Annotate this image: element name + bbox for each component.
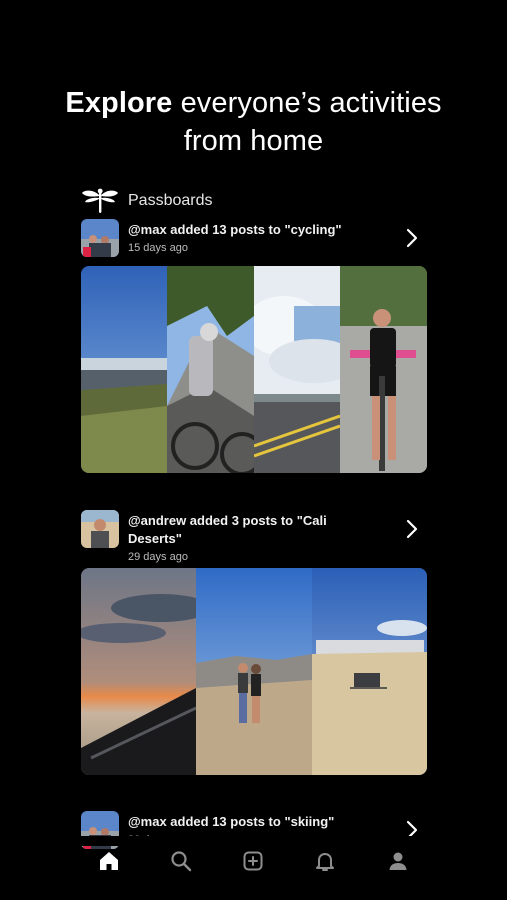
post-timestamp: 15 days ago bbox=[128, 242, 188, 254]
chevron-right-icon[interactable] bbox=[403, 518, 421, 540]
photo-tile[interactable] bbox=[312, 568, 427, 775]
hero-line1: everyone’s activities bbox=[172, 87, 442, 119]
post-title: @max added 13 posts to "skiing" bbox=[128, 814, 335, 829]
hero-line2: from home bbox=[183, 125, 324, 157]
hero-heading: Explore everyone’s activities from home bbox=[0, 84, 507, 160]
dragonfly-icon bbox=[82, 188, 118, 213]
avatar[interactable] bbox=[81, 219, 119, 257]
avatar[interactable] bbox=[81, 510, 119, 548]
post-title: @andrew added 3 posts to "Cali Deserts" bbox=[128, 513, 327, 546]
photo-tile[interactable] bbox=[254, 266, 340, 473]
feed-post-cycling[interactable]: @max added 13 posts to "cycling" 15 days… bbox=[81, 219, 427, 473]
photo-gallery[interactable] bbox=[81, 266, 427, 473]
post-header[interactable]: @max added 13 posts to "cycling" 15 days… bbox=[81, 219, 427, 263]
search-icon bbox=[171, 851, 192, 872]
tab-profile[interactable] bbox=[385, 848, 411, 874]
photo-tile[interactable] bbox=[81, 568, 196, 775]
app-brand-name: Passboards bbox=[128, 192, 213, 209]
chevron-right-icon[interactable] bbox=[403, 227, 421, 249]
post-header[interactable]: @andrew added 3 posts to "Cali Deserts" … bbox=[81, 510, 427, 563]
tab-notifications[interactable] bbox=[312, 848, 338, 874]
post-title: @max added 13 posts to "cycling" bbox=[128, 222, 342, 237]
photo-tile[interactable] bbox=[81, 266, 167, 473]
post-timestamp: 29 days ago bbox=[128, 551, 188, 563]
photo-tile[interactable] bbox=[167, 266, 254, 473]
tab-home[interactable] bbox=[96, 848, 122, 874]
add-post-icon bbox=[243, 851, 263, 871]
photo-tile[interactable] bbox=[340, 266, 427, 473]
bottom-tab-bar bbox=[0, 838, 507, 882]
photo-gallery[interactable] bbox=[81, 568, 427, 775]
app-header: Passboards bbox=[81, 186, 213, 216]
home-icon bbox=[100, 852, 118, 870]
bell-icon bbox=[316, 853, 334, 871]
photo-tile[interactable] bbox=[196, 568, 312, 775]
feed-post-cali-deserts[interactable]: @andrew added 3 posts to "Cali Deserts" … bbox=[81, 510, 427, 775]
tab-add-post[interactable] bbox=[240, 848, 266, 874]
profile-icon bbox=[389, 852, 407, 870]
hero-bold: Explore bbox=[65, 87, 173, 119]
tab-search[interactable] bbox=[168, 848, 194, 874]
